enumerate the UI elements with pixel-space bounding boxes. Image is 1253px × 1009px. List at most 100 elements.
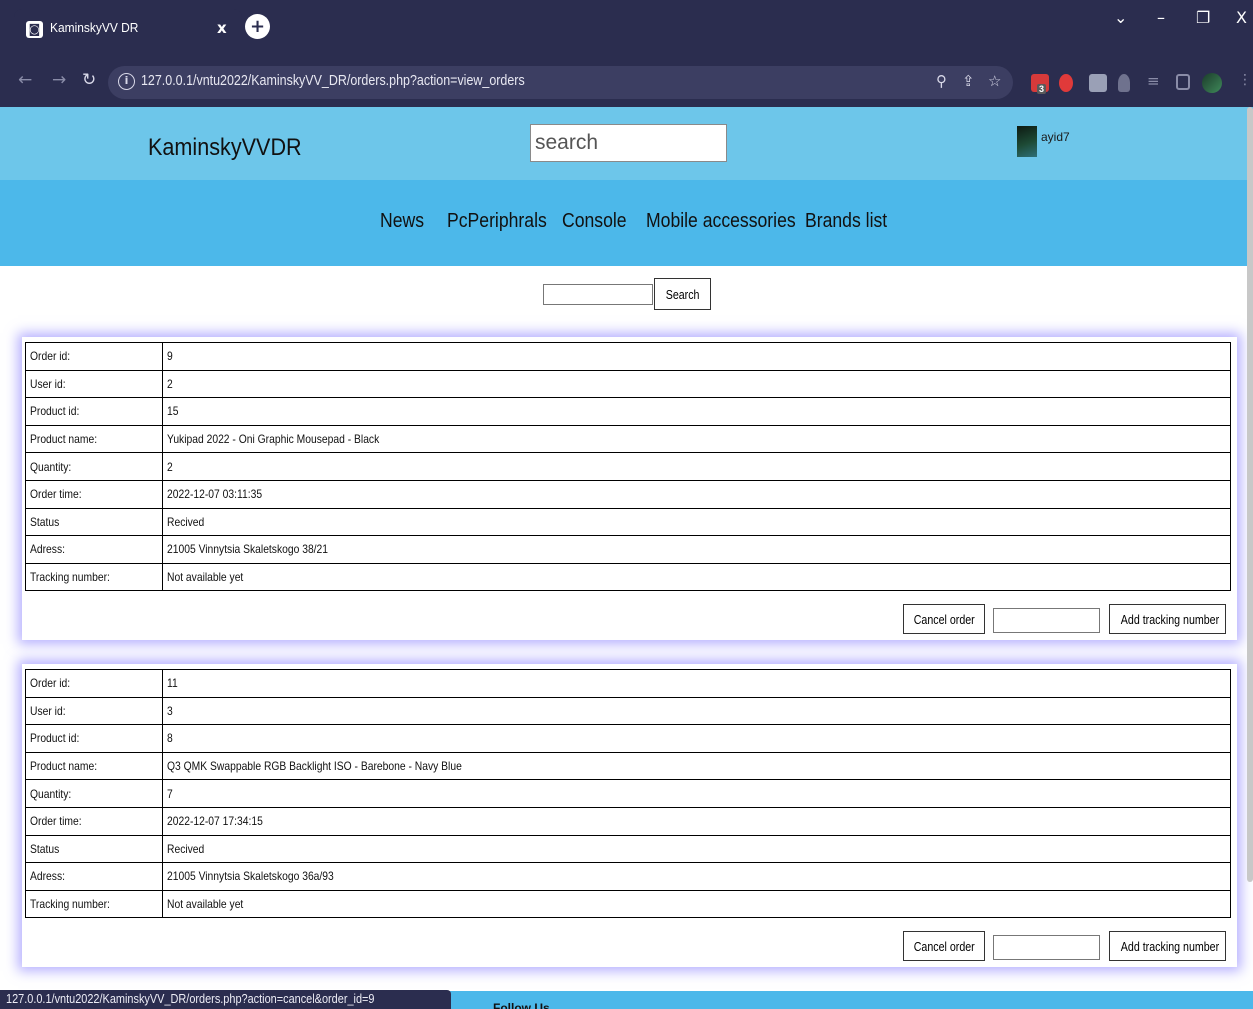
order-field-value: Not available yet [167, 570, 244, 585]
table-row: Adress: 21005 Vinnytsia Skaletskogo 38/21 [25, 535, 1231, 564]
status-url-text: 127.0.0.1/vntu2022/KaminskyVV_DR/orders.… [6, 991, 375, 1006]
cancel-order-label: Cancel order [913, 938, 975, 954]
restore-icon[interactable]: ❐ [1196, 8, 1210, 27]
order-field-label: Order time: [30, 814, 82, 829]
order-field-value: 21005 Vinnytsia Skaletskogo 36a/93 [167, 869, 334, 884]
browser-tabstrip: ◙ KaminskyVV DR x + ⌄ – ❐ X [0, 0, 1253, 58]
order-field-label: Order id: [30, 676, 71, 691]
extension-page-icon[interactable] [1089, 74, 1107, 92]
table-row: User id: 3 [25, 696, 1231, 726]
site-search-input[interactable] [531, 125, 726, 161]
order-field-label: Product name: [30, 432, 98, 447]
browser-menu-icon[interactable]: ⋮ [1238, 72, 1252, 88]
order-field-label: Product id: [30, 731, 80, 746]
nav-item-console[interactable]: Console [562, 210, 627, 233]
cancel-order-label: Cancel order [913, 611, 975, 627]
tab-search-chevron-icon[interactable]: ⌄ [1114, 8, 1127, 27]
order-field-value: Recived [167, 841, 205, 856]
add-tracking-number-button[interactable]: Add tracking number [1109, 604, 1226, 634]
extensions-puzzle-icon[interactable] [1118, 74, 1130, 92]
address-url[interactable]: 127.0.0.1/vntu2022/KaminskyVV_DR/orders.… [141, 73, 525, 89]
order-field-value: 2022-12-07 03:11:35 [167, 487, 263, 502]
table-row: Tracking number: Not available yet [25, 562, 1231, 592]
forward-arrow-icon[interactable]: → [52, 70, 66, 90]
user-name[interactable]: ayid7 [1041, 130, 1070, 144]
close-window-icon[interactable]: X [1236, 8, 1247, 27]
order-field-label: Status [30, 514, 60, 529]
order-field-value: 15 [167, 404, 179, 419]
tracking-number-input[interactable] [993, 608, 1100, 633]
back-arrow-icon[interactable]: ← [18, 70, 32, 90]
cancel-order-button[interactable]: Cancel order [903, 931, 985, 961]
browser-toolbar: ← → ↻ i 127.0.0.1/vntu2022/KaminskyVV_DR… [0, 58, 1253, 107]
order-field-value: Q3 QMK Swappable RGB Backlight ISO - Bar… [167, 759, 462, 774]
minimize-icon[interactable]: – [1157, 8, 1165, 27]
table-row: Order id: 11 [25, 669, 1231, 698]
order-details-table: Order id: 11 User id: 3 Product id: 8 Produ… [25, 669, 1231, 919]
nav-item-brands-list[interactable]: Brands list [805, 210, 887, 233]
profile-avatar-icon[interactable] [1202, 73, 1222, 93]
tracking-number-input[interactable] [993, 935, 1100, 960]
add-tracking-number-label: Add tracking number [1120, 938, 1220, 954]
order-field-value: 8 [167, 731, 173, 746]
site-info-icon[interactable]: i [118, 73, 135, 90]
order-field-value: 11 [167, 676, 178, 691]
tab-title: KaminskyVV DR [50, 20, 139, 35]
order-field-value: Not available yet [167, 897, 244, 912]
order-field-label: Quantity: [30, 786, 72, 801]
order-field-label: Product name: [30, 759, 98, 774]
side-panel-icon[interactable] [1176, 74, 1190, 90]
extension-badge: 3 [1037, 84, 1047, 94]
order-field-label: Tracking number: [30, 897, 110, 912]
order-field-label: Adress: [30, 869, 65, 884]
add-tracking-number-button[interactable]: Add tracking number [1109, 931, 1226, 961]
order-field-label: Product id: [30, 404, 80, 419]
order-field-label: Order time: [30, 487, 82, 502]
nav-item-news[interactable]: News [380, 210, 424, 233]
table-row: Product id: 8 [25, 724, 1231, 753]
order-field-value: 21005 Vinnytsia Skaletskogo 38/21 [167, 542, 329, 557]
order-field-label: Quantity: [30, 459, 72, 474]
extension-adblock-icon[interactable] [1059, 74, 1073, 92]
table-row: Order id: 9 [25, 342, 1231, 371]
address-bar[interactable]: i 127.0.0.1/vntu2022/KaminskyVV_DR/order… [108, 66, 1013, 99]
zoom-icon[interactable]: ⚲ [936, 72, 947, 90]
reload-icon[interactable]: ↻ [82, 70, 96, 90]
table-row: User id: 2 [25, 369, 1231, 399]
user-avatar[interactable] [1017, 126, 1037, 157]
cancel-order-button[interactable]: Cancel order [903, 604, 985, 634]
share-icon[interactable]: ⇪ [962, 72, 975, 90]
order-field-value: Recived [167, 514, 205, 529]
table-row: Status Recived [25, 507, 1231, 537]
table-row: Order time: 2022-12-07 17:34:15 [25, 806, 1231, 836]
site-favicon-icon: ◙ [26, 21, 43, 38]
table-row: Status Recived [25, 834, 1231, 864]
page-scrollbar[interactable] [1247, 107, 1253, 882]
browser-tab[interactable]: ◙ KaminskyVV DR x [14, 9, 242, 58]
reading-list-icon[interactable]: ≡ [1147, 72, 1165, 90]
site-logo[interactable]: KaminskyVVDR [148, 134, 302, 162]
table-row: Adress: 21005 Vinnytsia Skaletskogo 36a/9… [25, 862, 1231, 891]
nav-item-pcperiphrals[interactable]: PcPeriphrals [447, 210, 547, 233]
tab-close-icon[interactable]: x [217, 19, 227, 37]
order-search-button-label: Search [665, 286, 700, 302]
table-row: Product id: 15 [25, 397, 1231, 426]
new-tab-button[interactable]: + [245, 14, 270, 39]
site-header: KaminskyVVDR ayid7 [0, 107, 1253, 180]
order-card: Order id: 11 User id: 3 Product id: 8 Produ… [22, 664, 1237, 967]
bookmark-star-icon[interactable]: ☆ [988, 72, 1001, 90]
order-field-value: 2 [167, 376, 173, 391]
order-details-table: Order id: 9 User id: 2 Product id: 15 Produ… [25, 342, 1231, 592]
nav-item-mobile-accessories[interactable]: Mobile accessories [646, 210, 796, 233]
order-field-value: Yukipad 2022 - Oni Graphic Mousepad - Bl… [167, 432, 380, 447]
order-card: Order id: 9 User id: 2 Product id: 15 Produ… [22, 337, 1237, 640]
order-field-label: User id: [30, 376, 66, 391]
table-row: Tracking number: Not available yet [25, 889, 1231, 919]
order-field-value: 2022-12-07 17:34:15 [167, 814, 263, 829]
order-search-button[interactable]: Search [654, 278, 711, 310]
site-search-box[interactable] [530, 124, 727, 162]
order-field-label: Adress: [30, 542, 65, 557]
table-row: Order time: 2022-12-07 03:11:35 [25, 479, 1231, 509]
add-tracking-number-label: Add tracking number [1120, 611, 1220, 627]
order-search-input[interactable] [543, 284, 653, 305]
